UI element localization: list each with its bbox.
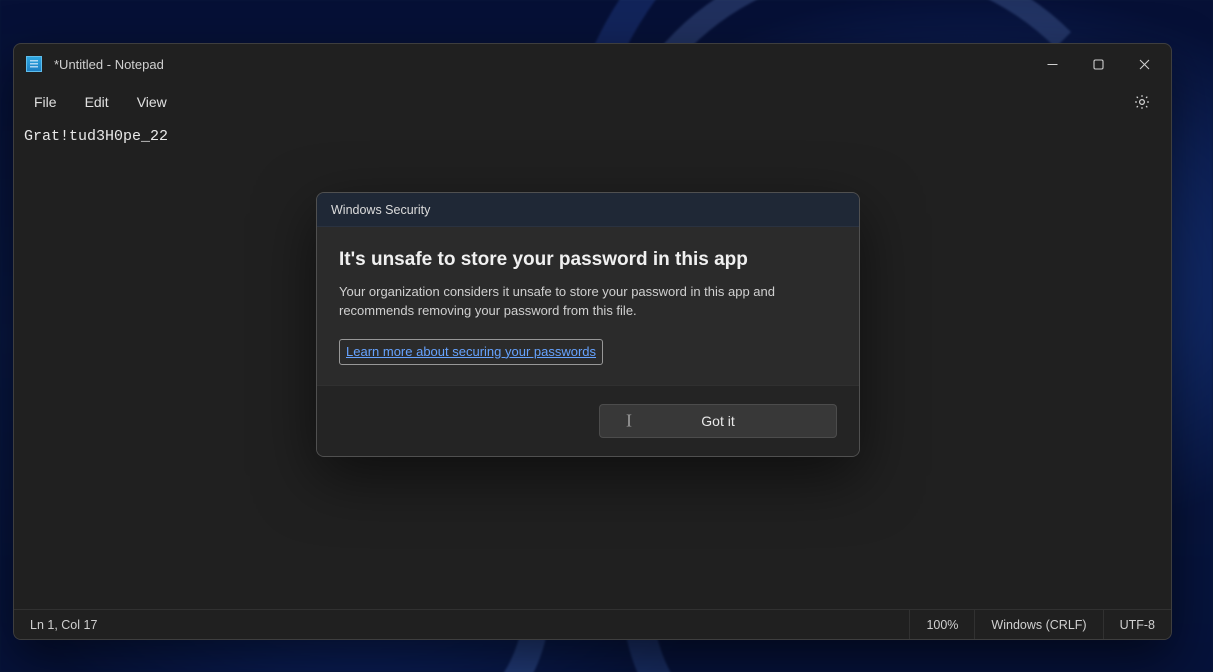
status-zoom[interactable]: 100% bbox=[909, 610, 974, 639]
window-title: *Untitled - Notepad bbox=[54, 57, 164, 72]
menu-file[interactable]: File bbox=[20, 88, 71, 116]
status-encoding[interactable]: UTF-8 bbox=[1103, 610, 1171, 639]
statusbar: Ln 1, Col 17 100% Windows (CRLF) UTF-8 bbox=[14, 609, 1171, 639]
settings-button[interactable] bbox=[1125, 85, 1159, 119]
minimize-button[interactable] bbox=[1029, 44, 1075, 84]
got-it-button[interactable]: I Got it bbox=[599, 404, 837, 438]
menubar: File Edit View bbox=[14, 84, 1171, 120]
text-cursor-icon: I bbox=[626, 410, 632, 431]
learn-more-link[interactable]: Learn more about securing your passwords bbox=[346, 344, 596, 359]
status-line-ending[interactable]: Windows (CRLF) bbox=[974, 610, 1102, 639]
dialog-title[interactable]: Windows Security bbox=[317, 193, 859, 227]
maximize-icon bbox=[1093, 59, 1104, 70]
notepad-icon bbox=[26, 56, 42, 72]
dialog-link-focus-ring: Learn more about securing your passwords bbox=[339, 339, 603, 365]
dialog-message: Your organization considers it unsafe to… bbox=[339, 283, 837, 321]
close-icon bbox=[1139, 59, 1150, 70]
close-button[interactable] bbox=[1121, 44, 1167, 84]
window-controls bbox=[1029, 44, 1167, 84]
status-caret-position: Ln 1, Col 17 bbox=[14, 610, 113, 639]
gear-icon bbox=[1133, 93, 1151, 111]
got-it-button-label: Got it bbox=[701, 413, 734, 429]
minimize-icon bbox=[1047, 59, 1058, 70]
maximize-button[interactable] bbox=[1075, 44, 1121, 84]
dialog-footer: I Got it bbox=[317, 385, 859, 456]
dialog-heading: It's unsafe to store your password in th… bbox=[339, 249, 837, 271]
windows-security-dialog: Windows Security It's unsafe to store yo… bbox=[316, 192, 860, 457]
titlebar[interactable]: *Untitled - Notepad bbox=[14, 44, 1171, 84]
menu-view[interactable]: View bbox=[123, 88, 181, 116]
dialog-body: It's unsafe to store your password in th… bbox=[317, 227, 859, 385]
menu-edit[interactable]: Edit bbox=[71, 88, 123, 116]
